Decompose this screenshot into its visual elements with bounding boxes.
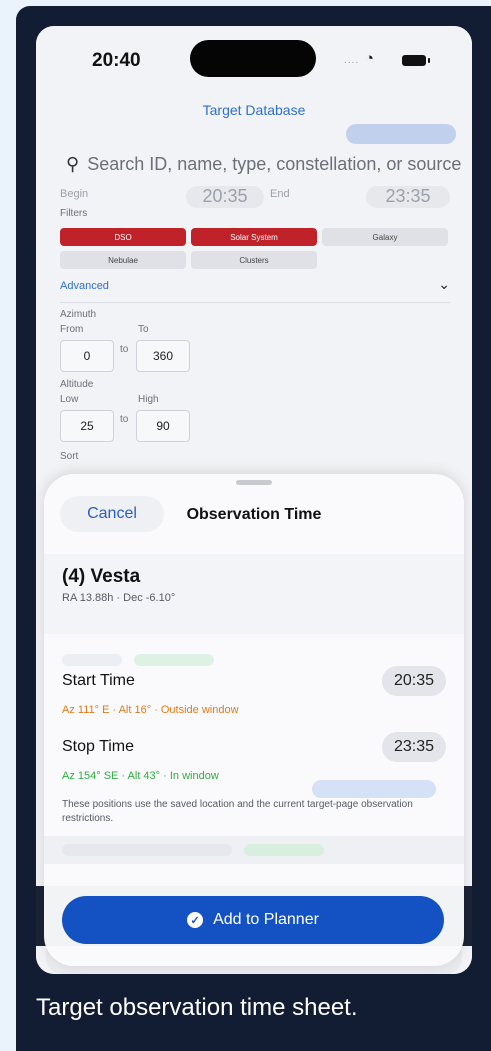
target-name: (4) Vesta — [62, 566, 141, 587]
search-icon: ⚲ — [66, 154, 80, 174]
altitude-high-field[interactable]: 90 — [136, 410, 190, 442]
end-label: End — [270, 188, 290, 200]
azimuth-to-label: To — [138, 324, 149, 335]
sheet-grabber[interactable] — [236, 480, 272, 485]
sort-label: Sort — [60, 451, 79, 462]
dynamic-island — [190, 40, 316, 77]
add-to-planner-label: Add to Planner — [213, 911, 319, 928]
sheet-title: Observation Time — [186, 506, 322, 523]
status-time: 20:40 — [92, 50, 141, 71]
filter-chip-dso[interactable]: DSO — [60, 228, 186, 246]
divider — [60, 302, 450, 303]
target-coordinates: RA 13.88h · Dec -6.10° — [62, 592, 176, 604]
start-time-label: Start Time — [62, 672, 135, 689]
ghost-chip — [134, 654, 214, 666]
range-separator: to — [120, 414, 129, 425]
ghost-chip — [244, 844, 324, 856]
azimuth-from-label: From — [60, 324, 84, 335]
filter-chip-clusters[interactable]: Clusters — [191, 251, 317, 269]
signal-indicator: .... ◔ — [344, 48, 375, 68]
search-bar[interactable]: ⚲ Search ID, name, type, constellation, … — [66, 154, 461, 175]
apply-filters-ghost — [346, 124, 456, 144]
chevron-down-icon[interactable]: ⌄ — [438, 276, 450, 293]
altitude-high-label: High — [138, 394, 159, 405]
azimuth-from-field[interactable]: 0 — [60, 340, 114, 372]
stop-time-picker[interactable]: 23:35 — [381, 732, 446, 762]
add-to-planner-button[interactable]: ✓ Add to Planner — [62, 896, 444, 944]
wifi-icon: ◔ — [364, 50, 375, 67]
filter-chip-galaxy[interactable]: Galaxy — [322, 228, 448, 246]
begin-label: Begin — [60, 188, 89, 200]
advanced-toggle[interactable]: Advanced — [60, 280, 109, 292]
page-title: Target Database — [202, 102, 306, 118]
observation-time-sheet: Cancel Observation Time (4) Vesta RA 13.… — [44, 474, 464, 966]
search-placeholder: Search ID, name, type, constellation, or… — [87, 154, 462, 174]
ghost-row — [62, 844, 232, 856]
filter-chip-nebulae[interactable]: Nebulae — [60, 251, 186, 269]
azimuth-label: Azimuth — [60, 309, 97, 320]
start-time-picker[interactable]: 20:35 — [381, 666, 446, 696]
azimuth-to-field[interactable]: 360 — [136, 340, 190, 372]
altitude-low-label: Low — [60, 394, 79, 405]
filter-chip-solar-system[interactable]: Solar System — [191, 228, 317, 246]
phone-screen: 20:40 .... ◔ Target Database ⚲ Search ID… — [36, 26, 472, 974]
begin-time[interactable]: 20:35 — [186, 186, 264, 208]
stop-position-status: Az 154° SE · Alt 43° · In window — [62, 770, 219, 782]
ghost-row — [62, 654, 122, 666]
battery-icon — [402, 55, 430, 66]
end-time[interactable]: 23:35 — [366, 186, 450, 208]
position-note: These positions use the saved location a… — [62, 799, 413, 824]
ghost-button — [312, 780, 436, 798]
signal-dots: .... — [344, 55, 360, 66]
filters-label: Filters — [60, 208, 88, 219]
altitude-label: Altitude — [60, 379, 94, 390]
altitude-low-field[interactable]: 25 — [60, 410, 114, 442]
checkmark-icon: ✓ — [187, 912, 204, 928]
stop-time-label: Stop Time — [62, 738, 135, 755]
caption: Target observation time sheet. — [36, 994, 358, 1021]
start-position-status: Az 111° E · Alt 16° · Outside window — [62, 704, 239, 716]
range-separator: to — [120, 344, 129, 355]
